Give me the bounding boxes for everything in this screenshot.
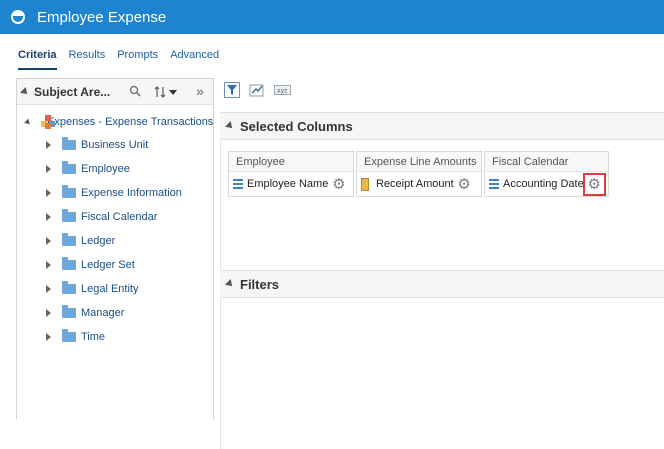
svg-text:xyz: xyz (277, 88, 287, 95)
column-field[interactable]: Receipt Amount ⚙ (357, 172, 481, 196)
collapse-section-icon[interactable] (225, 279, 235, 289)
measure-column-icon (361, 177, 369, 191)
column-field-name: Receipt Amount (376, 178, 454, 190)
folder-icon (62, 305, 76, 318)
expand-arrow-icon[interactable] (46, 213, 51, 221)
filter-icon[interactable] (224, 82, 240, 98)
folder-label: Expense Information (81, 187, 182, 199)
column-employee[interactable]: Employee Employee Name ⚙ (228, 151, 354, 197)
attribute-column-icon (233, 178, 243, 190)
tree-folder-legal-entity[interactable]: Legal Entity (17, 277, 213, 301)
filters-body (220, 298, 664, 449)
column-heading: Expense Line Amounts (357, 152, 481, 172)
selected-columns-title: Selected Columns (240, 118, 353, 134)
expand-arrow-icon[interactable] (24, 118, 32, 126)
folder-icon (62, 161, 76, 174)
tree-folder-time[interactable]: Time (17, 325, 213, 349)
expand-arrow-icon[interactable] (46, 333, 51, 341)
sort-icon[interactable] (154, 85, 178, 102)
tree-root-label: Expenses - Expense Transactions (47, 116, 213, 128)
subject-areas-header: Subject Are... » (17, 79, 213, 105)
expand-panel-icon[interactable]: » (196, 83, 204, 99)
folder-label: Legal Entity (81, 283, 139, 295)
folder-icon (62, 185, 76, 198)
selected-columns-header[interactable]: Selected Columns (220, 112, 664, 140)
subject-areas-title: Subject Are... (34, 84, 111, 99)
column-field[interactable]: Employee Name ⚙ (229, 172, 353, 196)
search-icon[interactable] (129, 85, 141, 100)
folder-icon (62, 137, 76, 150)
tab-results[interactable]: Results (69, 49, 106, 70)
tab-advanced[interactable]: Advanced (170, 49, 219, 70)
column-field-name: Accounting Date (503, 178, 584, 190)
criteria-tabs: Criteria Results Prompts Advanced (0, 34, 664, 70)
expand-arrow-icon[interactable] (46, 165, 51, 173)
tree-folder-ledger[interactable]: Ledger (17, 229, 213, 253)
tree-folder-ledger-set[interactable]: Ledger Set (17, 253, 213, 277)
gear-icon[interactable]: ⚙ (582, 172, 606, 196)
expand-arrow-icon[interactable] (46, 261, 51, 269)
filters-header[interactable]: Filters (220, 270, 664, 298)
column-expense-line-amounts[interactable]: Expense Line Amounts Receipt Amount ⚙ (356, 151, 482, 197)
criteria-main: Selected Columns Employee Employee Name … (220, 112, 664, 449)
collapse-section-icon[interactable] (225, 121, 235, 131)
tree-folder-expense-information[interactable]: Expense Information (17, 181, 213, 205)
tree-folder-fiscal-calendar[interactable]: Fiscal Calendar (17, 205, 213, 229)
subject-area-tree: Expenses - Expense Transactions Business… (17, 111, 213, 349)
collapse-panel-icon[interactable] (20, 86, 30, 97)
app-logo-icon (11, 10, 25, 24)
expand-arrow-icon[interactable] (46, 237, 51, 245)
tree-folder-employee[interactable]: Employee (17, 157, 213, 181)
expand-arrow-icon[interactable] (46, 309, 51, 317)
subject-areas-panel: Subject Are... » Expenses - Expense Tran… (16, 78, 214, 419)
xyz-column-icon[interactable]: xyz (274, 82, 291, 98)
folder-label: Business Unit (81, 139, 149, 151)
selected-columns-body: Employee Employee Name ⚙ Expense Line Am… (220, 140, 664, 270)
expand-arrow-icon[interactable] (46, 189, 51, 197)
gear-icon[interactable]: ⚙ (457, 176, 472, 192)
expand-arrow-icon[interactable] (46, 285, 51, 293)
folder-icon (62, 281, 76, 294)
folder-label: Employee (81, 163, 130, 175)
folder-label: Time (81, 331, 106, 343)
edit-formula-icon[interactable] (249, 82, 265, 98)
expand-arrow-icon[interactable] (46, 141, 51, 149)
tab-criteria[interactable]: Criteria (18, 49, 57, 70)
app-title: Employee Expense (37, 8, 167, 26)
folder-icon (62, 329, 76, 342)
tree-folder-business-unit[interactable]: Business Unit (17, 133, 213, 157)
folder-label: Ledger Set (81, 259, 135, 271)
column-fiscal-calendar[interactable]: Fiscal Calendar Accounting Date ⚙ (484, 151, 609, 197)
folder-icon (62, 257, 76, 270)
filters-title: Filters (240, 276, 280, 292)
folder-icon (62, 233, 76, 246)
tree-folder-manager[interactable]: Manager (17, 301, 213, 325)
column-field[interactable]: Accounting Date ⚙ (485, 172, 608, 196)
tab-prompts[interactable]: Prompts (117, 49, 158, 70)
criteria-toolbar: xyz (224, 82, 299, 98)
column-heading: Fiscal Calendar (485, 152, 608, 172)
folder-label: Ledger (81, 235, 116, 247)
column-heading: Employee (229, 152, 353, 172)
attribute-column-icon (489, 178, 499, 190)
folder-icon (62, 209, 76, 222)
selected-columns-list: Employee Employee Name ⚙ Expense Line Am… (228, 151, 611, 197)
folder-label: Manager (81, 307, 125, 319)
gear-icon[interactable]: ⚙ (331, 176, 346, 192)
app-titlebar: Employee Expense (0, 0, 664, 34)
column-field-name: Employee Name (247, 178, 329, 190)
folder-label: Fiscal Calendar (81, 211, 158, 223)
tree-root[interactable]: Expenses - Expense Transactions (17, 111, 213, 133)
